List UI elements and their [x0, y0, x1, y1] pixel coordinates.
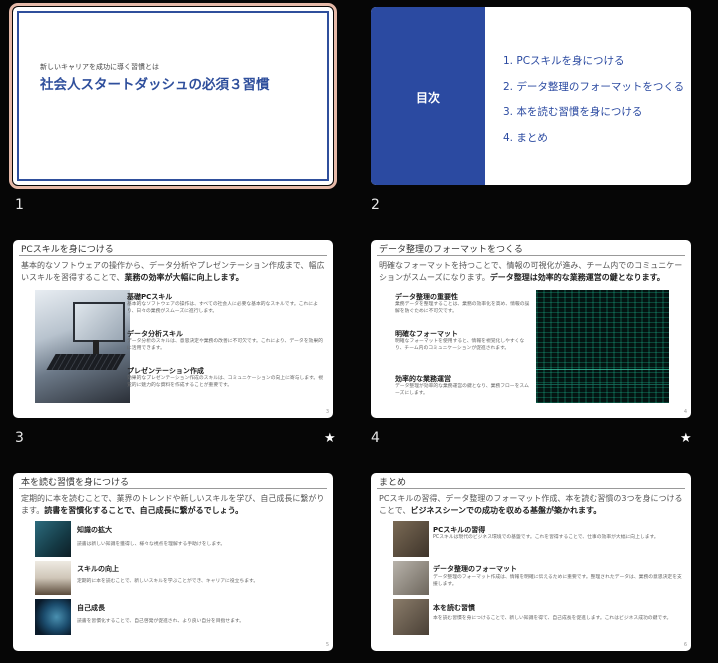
slide-thumbnail-6[interactable]: まとめ PCスキルの習得、データ整理のフォーマット作成、本を読む習慣の3つを身に… [371, 473, 691, 651]
toc-item: 4. まとめ [503, 131, 548, 144]
books-photo [35, 521, 71, 557]
slide-subtitle: 新しいキャリアを成功に導く習慣とは [40, 63, 159, 71]
toc-heading: 目次 [415, 91, 440, 105]
globe-photo [35, 599, 71, 635]
header-divider [19, 488, 327, 489]
slide-intro: 基本的なソフトウェアの操作から、データ分析やプレゼンテーション作成まで、幅広いス… [21, 261, 325, 282]
slide-intro: PCスキルの習得、データ整理のフォーマット作成、本を読む習慣の3つを身につけるこ… [379, 494, 683, 515]
item-title: 自己成長 [77, 604, 105, 612]
books-photo [35, 561, 71, 595]
item-text: 業務データを整理することは、業務の効率化を高め、情報の誤解を防ぐために不可欠です… [395, 302, 530, 314]
page-number: 5 [325, 642, 329, 648]
item-text: 読書を習慣化することで、自己啓発が促進され、より良い自分を目指せます。 [77, 619, 245, 624]
header-divider [377, 255, 685, 256]
slide-thumbnail-1[interactable]: 新しいキャリアを成功に導く習慣とは 社会人スタートダッシュの必須３習慣 [9, 3, 337, 189]
item-text: 定期的に本を読むことで、新しいスキルを学ぶことができ、キャリアに役立ちます。 [77, 579, 259, 584]
toc-item: 1. PCスキルを身につける [503, 55, 625, 67]
slide-thumbnail-5[interactable]: 本を読む習慣を身につける 定期的に本を読むことで、業界のトレンドや新しいスキルを… [13, 473, 333, 651]
toc-list: 1. PCスキルを身につける 2. データ整理のフォーマットをつくる 3. 本を… [503, 53, 684, 155]
slide-number: 4 [371, 430, 380, 446]
slide-intro: 定期的に本を読むことで、業界のトレンドや新しいスキルを学び、自己成長に繋がります… [21, 494, 325, 515]
item-text: 読書は新しい知識を獲得し、様々な視点を理解する手助けをします。 [77, 542, 226, 547]
page-number: 3 [325, 409, 329, 415]
item-title: 本を読む習慣 [433, 604, 475, 612]
item-title: データ整理のフォーマット [433, 565, 517, 573]
slide-thumbnail-4[interactable]: データ整理のフォーマットをつくる 明確なフォーマットを持つことで、情報の可視化が… [371, 240, 691, 418]
slide-number: 2 [371, 197, 380, 213]
toc-item: 2. データ整理のフォーマットをつくる [503, 80, 685, 93]
slide-thumbnail-2[interactable]: 目次 1. PCスキルを身につける 2. データ整理のフォーマットをつくる 3.… [371, 7, 691, 185]
slide-number: 1 [15, 197, 24, 213]
star-icon: ★ [324, 431, 336, 446]
header-divider [377, 488, 685, 489]
slide-number: 3 [15, 430, 24, 446]
item-text: 明確なフォーマットを使用すると、情報を視覚化しやすくなり、チーム内のコミュニケー… [395, 339, 525, 351]
slide-header: データ整理のフォーマットをつくる [379, 245, 523, 255]
header-divider [19, 255, 327, 256]
page-number: 6 [683, 642, 687, 648]
item-text: 効果的なプレゼンテーション作成のスキルは、コミュニケーションの向上に寄与します。… [127, 376, 324, 388]
office-photo [35, 290, 130, 403]
workspace-photo [393, 561, 429, 595]
item-text: データ分析のスキルは、意思決定や業務の改善に不可欠です。これにより、データを効果… [127, 339, 323, 351]
slide-title: 社会人スタートダッシュの必須３習慣 [40, 77, 270, 93]
item-text: データ整理が効率的な業務運営の鍵となり、業務フローをスムーズにします。 [395, 384, 529, 396]
item-text: 基本的なソフトウェアの操作は、すべての社会人に必要な基本的なスキルです。これによ… [127, 302, 318, 314]
slide-thumbnail-3[interactable]: PCスキルを身につける 基本的なソフトウェアの操作から、データ分析やプレゼンテー… [13, 240, 333, 418]
item-title: スキルの向上 [77, 565, 119, 573]
item-text: PCスキルは現代のビジネス環境での基盤です。これを習得することで、仕事の効率が大… [433, 535, 659, 540]
slide-intro: 明確なフォーマットを持つことで、情報の可視化が進み、チーム内でのコミュニケーショ… [379, 261, 683, 282]
item-title: 知識の拡大 [77, 526, 112, 534]
title-frame [17, 11, 329, 181]
workspace-photo [393, 599, 429, 635]
item-text: 本を読む習慣を身につけることで、新しい知識を得て、自己成長を促進します。これはビ… [433, 616, 672, 621]
slide-header: まとめ [379, 478, 407, 488]
star-icon: ★ [680, 431, 692, 446]
workspace-photo [393, 521, 429, 557]
page-number: 4 [683, 409, 687, 415]
slide-header: 本を読む習慣を身につける [21, 478, 130, 488]
item-text: データ整理のフォーマット作成は、情報を明確に伝えるために重要です。整理されたデー… [433, 575, 682, 587]
slide-header: PCスキルを身につける [21, 245, 114, 255]
toc-item: 3. 本を読む習慣を身につける [503, 106, 643, 118]
data-screen-photo [536, 290, 669, 403]
